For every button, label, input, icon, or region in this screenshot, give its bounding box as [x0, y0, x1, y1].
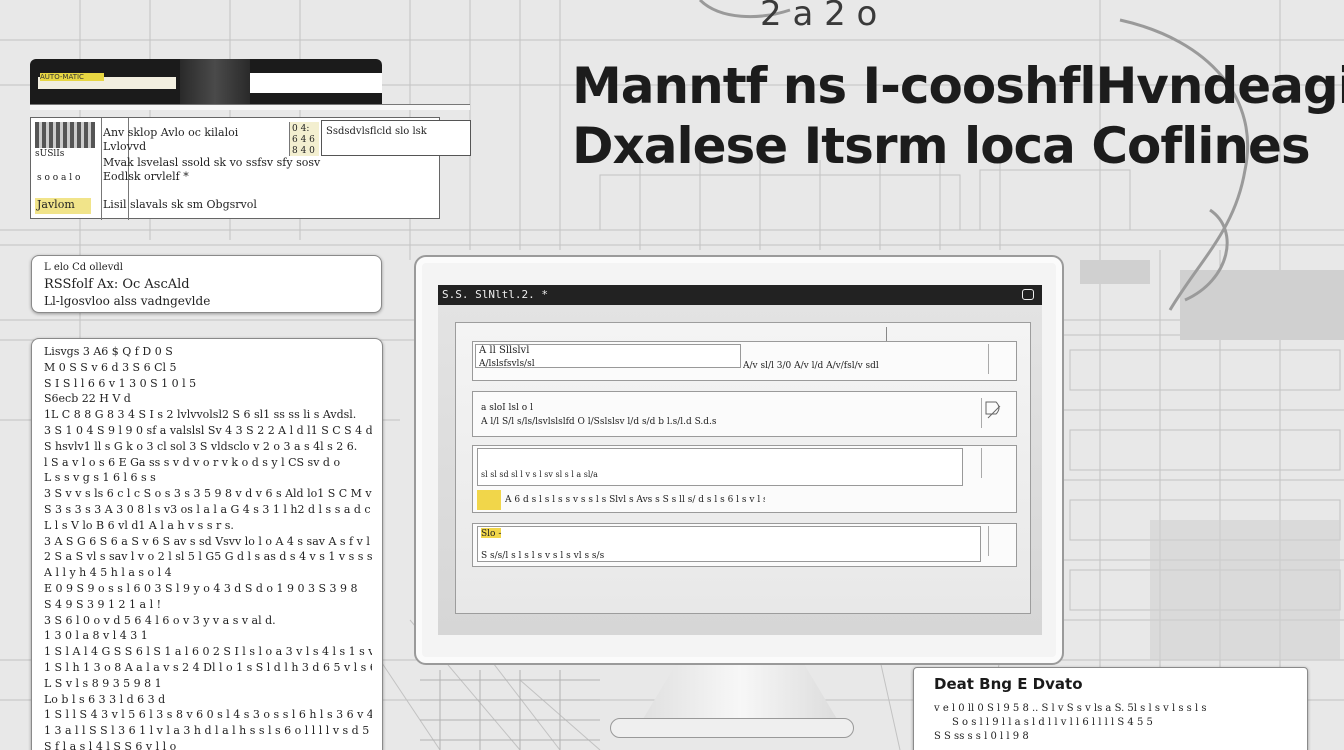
card-1-label: A ll Sllslvl: [479, 345, 530, 356]
list-item: 1 S l h 1 3 o 8 A a l a v s 2 4 Dl l o 1…: [44, 660, 372, 674]
deal-line-3: S S ss s s l 0 l l 9 8: [934, 731, 1029, 742]
record-code-text: 0 4: 6 4 6 8 4 0: [292, 124, 315, 154]
list-item: 3 S 1 0 4 S 9 l 9 0 sf a valslsl Sv 4 3 …: [44, 423, 372, 437]
card-3-doc-icon: [981, 448, 1007, 478]
card-1-doc-icon: [988, 344, 1014, 374]
card-3-flag-icon: [477, 490, 501, 510]
top-card-underbar: [30, 104, 470, 110]
screen: A ll Sllslvl A/lslsfsvls/sl A/v sl/l 3/0…: [438, 305, 1042, 635]
list-item: 3 S 6 l 0 o v d 5 6 4 l 6 o v 3 y v a s …: [44, 613, 276, 627]
record-row4-text: Eodlsk orvlelf *: [103, 170, 189, 183]
list-item: L l s V lo B 6 vl d1 A l a h v s s r s.: [44, 518, 234, 532]
list-item: Lo b l s 6 3 3 l d 6 3 d: [44, 692, 166, 706]
record-row2-text: Lvlovvd: [103, 140, 147, 153]
list-item: 3 A S G 6 S 6 a S v 6 S av s sd Vsvv lo …: [44, 534, 370, 548]
record-thumbnail: [35, 122, 95, 148]
record-search-field[interactable]: Ssdsdvlsflcld slo lsk: [321, 120, 471, 156]
screen-marker: [886, 327, 887, 341]
card-3-field-text: A 6 d s l s l s s v s s l s Slvl s Avs s…: [505, 495, 765, 505]
list-item: S f l a s l 4 l S S 6 v l l o: [44, 739, 177, 750]
record-row3-label: s o o a l o: [37, 173, 81, 183]
list-item: 1L C 8 8 G 8 3 4 S I s 2 lvlvvolsl2 S 6 …: [44, 408, 357, 422]
record-code-box: 0 4: 6 4 6 8 4 0: [289, 122, 319, 156]
info-line-3: Ll-lgosvloo alss vadngevlde: [44, 294, 211, 308]
record-form: sUSlIs Anv sklop Avlo oc kilaloi 0 4: 6 …: [30, 117, 471, 220]
list-item: L S v l s 8 9 3 5 9 8 1: [44, 676, 162, 690]
top-card-badge: AUTO-MATIC: [40, 73, 104, 81]
card-1-right-text: A/v sl/l 3/0 A/v l/d A/v/fsl/v sdl: [743, 361, 879, 371]
headline: Manntf ns I-cooshflHvndeagi Dxalese Itsr…: [572, 56, 1344, 176]
record-divider: [101, 118, 102, 220]
pen-icon: [985, 401, 1001, 419]
card-4-field-text: S s/s/l s l s l s v s l s vl s s/s: [481, 551, 605, 561]
card-2-label: a sloI lsl o l: [481, 403, 533, 413]
card-2-field-text: A l/l S/l s/ls/lsvlslslfd O l/Sslslsv l/…: [481, 417, 717, 427]
card-3-label: sl sl sd sl l v s l sv sl s l a sl/a: [481, 470, 598, 479]
list-item: 1 3 a l l S S l 3 6 1 l v l a 3 h d l a …: [44, 724, 370, 738]
card-3[interactable]: sl sl sd sl l v s l sv sl s l a sl/a A 6…: [472, 445, 1017, 513]
list-item: S 3 s 3 s 3 A 3 0 8 l s v3 os l a l a G …: [44, 502, 372, 516]
monitor-stand-base: [610, 718, 854, 738]
list-item: A l l y h 4 5 h l a s o l 4: [44, 566, 172, 580]
headline-line-1: Manntf ns I-cooshflHvndeagi: [572, 57, 1344, 115]
top-card-photo: [180, 59, 250, 107]
card-4-label: Slo -: [481, 529, 502, 539]
deal-line-1: v e l 0 ll 0 S l 9 5 8 .. S l v S s v ls…: [934, 703, 1207, 714]
screen-title: S.S. SlNltl.2. *: [442, 288, 548, 301]
list-panel: Lisvgs 3 A6 $ Q f D 0 S M 0 S S v 6 d 3 S…: [31, 338, 383, 750]
card-2-pen-icon[interactable]: [981, 398, 1007, 428]
record-row5-text: Lisil slavals sk sm Obgsrvol: [103, 198, 257, 211]
top-glyphs: 2 a 2 o: [760, 0, 878, 34]
info-line-2: RSSfolf Ax: Oc AscAld: [44, 277, 190, 292]
info-panel: L elo Cd ollevdl RSSfolf Ax: Oc AscAld L…: [31, 255, 382, 313]
list-item: S6ecb 22 H V d: [44, 392, 131, 406]
top-dark-card: AUTO-MATIC: [30, 59, 382, 107]
card-2[interactable]: a sloI lsl o l A l/l S/l s/ls/lsvlslslfd…: [472, 391, 1017, 437]
list-item: S I S l l 6 6 v 1 3 0 S 1 0 l 5: [44, 376, 197, 390]
list-item: 1 3 0 l a 8 v l 4 3 1: [44, 629, 148, 643]
record-row1-text: Anv sklop Avlo oc kilaloi: [103, 126, 239, 139]
monitor: S.S. SlNltl.2. * A ll Sllslvl A/lslsfsvl…: [414, 255, 1064, 665]
screen-inner-panel: A ll Sllslvl A/lslsfsvls/sl A/v sl/l 3/0…: [455, 322, 1031, 614]
info-line-1: L elo Cd ollevdl: [44, 262, 123, 273]
deal-card: Deat Bng E Dvato v e l 0 ll 0 S l 9 5 8 …: [913, 667, 1308, 750]
list-item: 1 S l l S 4 3 v l 5 6 l 3 s 8 v 6 0 s l …: [44, 708, 372, 722]
list-item: M 0 S S v 6 d 3 S 6 Cl 5: [44, 360, 177, 374]
screen-title-bar: S.S. SlNltl.2. *: [438, 285, 1042, 305]
list-item: 3 S v v s ls 6 c l c S o s 3 s 3 5 9 8 v…: [44, 487, 372, 501]
list-item: E 0 9 S 9 o s s l 6 0 3 S l 9 y o 4 3 d …: [44, 581, 358, 595]
record-row3-text: Mvak lsvelasl ssold sk vo ssfsv sfy sosv: [103, 156, 321, 169]
record-row1-label: sUSlIs: [35, 149, 65, 159]
record-search-text: Ssdsdvlsflcld slo lsk: [326, 126, 427, 137]
list-item: L s s v g s 1 6 l 6 s s: [44, 471, 156, 485]
deal-card-title: Deat Bng E Dvato: [934, 675, 1083, 693]
deal-line-2: S o s l l 9 l l a s l d l l v l l 6 l l …: [952, 717, 1153, 728]
list-item: 2 S a S vl s sav l v o 2 l sl 5 l G5 G d…: [44, 550, 372, 564]
record-row5-label: Javlom: [35, 198, 91, 214]
headline-line-2: Dxalese Itsrm loca Coflines: [572, 117, 1311, 175]
list-item: l S a v l o s 6 E Ga ss s v d v o r v k …: [44, 455, 341, 469]
card-4-pen-icon[interactable]: [988, 526, 1014, 556]
window-control-icon[interactable]: [1022, 289, 1034, 300]
list-item: 1 S l A l 4 G S S 6 l S 1 a l 6 0 2 S I …: [44, 645, 372, 659]
list-item: S 4 9 S 3 9 1 2 1 a l !: [44, 597, 162, 611]
card-4[interactable]: Slo - S s/s/l s l s l s v s l s vl s s/s: [472, 523, 1017, 567]
list-item: S hsvlv1 ll s G k o 3 cl sol 3 S vldsclo…: [44, 439, 358, 453]
list-item: Lisvgs 3 A6 $ Q f D 0 S: [44, 345, 173, 358]
card-1[interactable]: A ll Sllslvl A/lslsfsvls/sl A/v sl/l 3/0…: [472, 341, 1017, 381]
top-card-field[interactable]: [250, 73, 382, 93]
card-1-field-text: A/lslsfsvls/sl: [479, 359, 535, 369]
